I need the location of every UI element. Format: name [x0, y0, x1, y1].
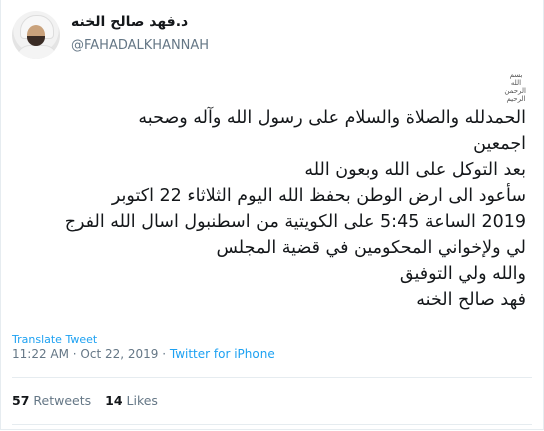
avatar[interactable]: [12, 11, 60, 59]
divider: [12, 377, 532, 378]
retweets-label: Retweets: [33, 393, 92, 408]
tweet-line: 2019 الساعة 5:45 على الكويتية من اسطنبول…: [64, 212, 526, 232]
retweets-count: 57: [12, 393, 30, 408]
engagement-stats: 57 Retweets 14 Likes: [12, 393, 158, 408]
author-handle[interactable]: @FAHADALKHANNAH: [71, 38, 209, 53]
tweet-line: بعد التوكل على الله وبعون الله: [304, 160, 526, 180]
avatar-thobe: [16, 45, 58, 59]
basmala-calligraphy: بسم الله الرحمن الرحيم: [504, 71, 526, 103]
source-link[interactable]: Twitter for iPhone: [170, 347, 275, 361]
tweet-line: فهد صالح الخنه: [416, 290, 526, 310]
tweet-text: بسم الله الرحمن الرحيم الحمدلله والصلاة …: [26, 71, 526, 313]
likes-stat[interactable]: 14 Likes: [105, 393, 158, 408]
divider: [12, 424, 532, 425]
tweet-line: لي ولإخواني المحكومين في قضية المجلس: [216, 238, 527, 258]
retweets-stat[interactable]: 57 Retweets: [12, 393, 91, 408]
tweet-meta: 11:22 AM · Oct 22, 2019 · Twitter for iP…: [12, 347, 275, 361]
author-display-name[interactable]: د.فهد صالح الخنه: [71, 14, 188, 30]
tweet-line: سأعود الى ارض الوطن بحفظ الله اليوم الثل…: [111, 186, 526, 206]
tweet-line: والله ولي التوفيق: [399, 264, 526, 284]
likes-count: 14: [105, 393, 123, 408]
translate-tweet-link[interactable]: Translate Tweet: [12, 333, 97, 346]
likes-label: Likes: [126, 393, 158, 408]
timestamp[interactable]: 11:22 AM · Oct 22, 2019 ·: [12, 347, 170, 361]
tweet-line: اجمعين: [473, 134, 526, 154]
tweet-line: الحمدلله والصلاة والسلام على رسول الله و…: [138, 108, 526, 128]
